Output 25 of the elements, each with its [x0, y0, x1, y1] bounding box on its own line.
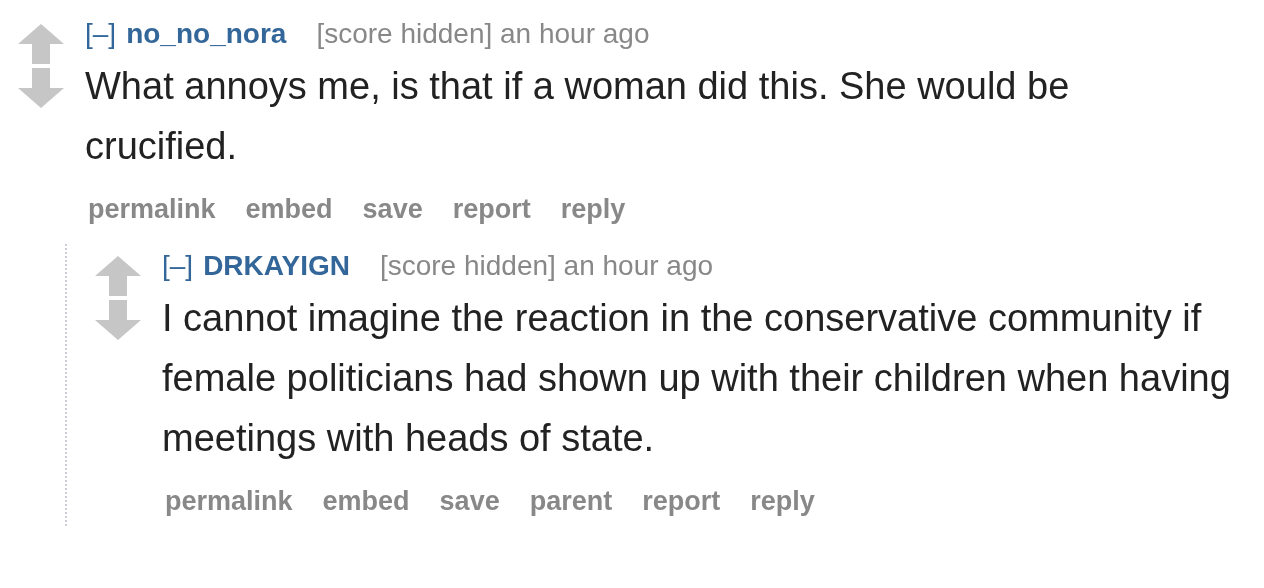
action-link[interactable]: save: [439, 476, 500, 526]
upvote-arrow-icon[interactable]: [18, 24, 64, 64]
action-link[interactable]: report: [642, 476, 721, 526]
action-link[interactable]: save: [362, 184, 423, 234]
comment-text: I cannot imagine the reaction in the conservative community if female politicians had shown up with their children when having meetings with heads of state.: [162, 296, 1232, 461]
action-link[interactable]: reply: [560, 184, 626, 234]
action-link[interactable]: reply: [750, 476, 815, 526]
action-link[interactable]: permalink: [88, 184, 216, 234]
timestamp: an hour ago: [500, 18, 650, 49]
upvote-arrow-icon[interactable]: [95, 256, 141, 296]
collapse-toggle[interactable]: [–]: [162, 250, 194, 281]
collapse-toggle[interactable]: [–]: [85, 18, 117, 49]
username-link[interactable]: no_no_nora: [126, 18, 287, 49]
action-link[interactable]: report: [452, 184, 531, 234]
timestamp: an hour ago: [563, 250, 714, 281]
username-link[interactable]: DRKAYIGN: [203, 250, 350, 281]
action-link[interactable]: embed: [245, 184, 333, 234]
downvote-arrow-icon[interactable]: [18, 68, 64, 108]
score-text: [score hidden]: [316, 18, 493, 49]
action-link[interactable]: embed: [322, 476, 410, 526]
comment-text: What annoys me, is that if a woman did this. She would be crucified.: [85, 64, 1071, 169]
score-text: [score hidden]: [379, 250, 556, 281]
action-link[interactable]: parent: [529, 476, 613, 526]
action-link[interactable]: permalink: [165, 476, 293, 526]
downvote-arrow-icon[interactable]: [95, 300, 141, 340]
